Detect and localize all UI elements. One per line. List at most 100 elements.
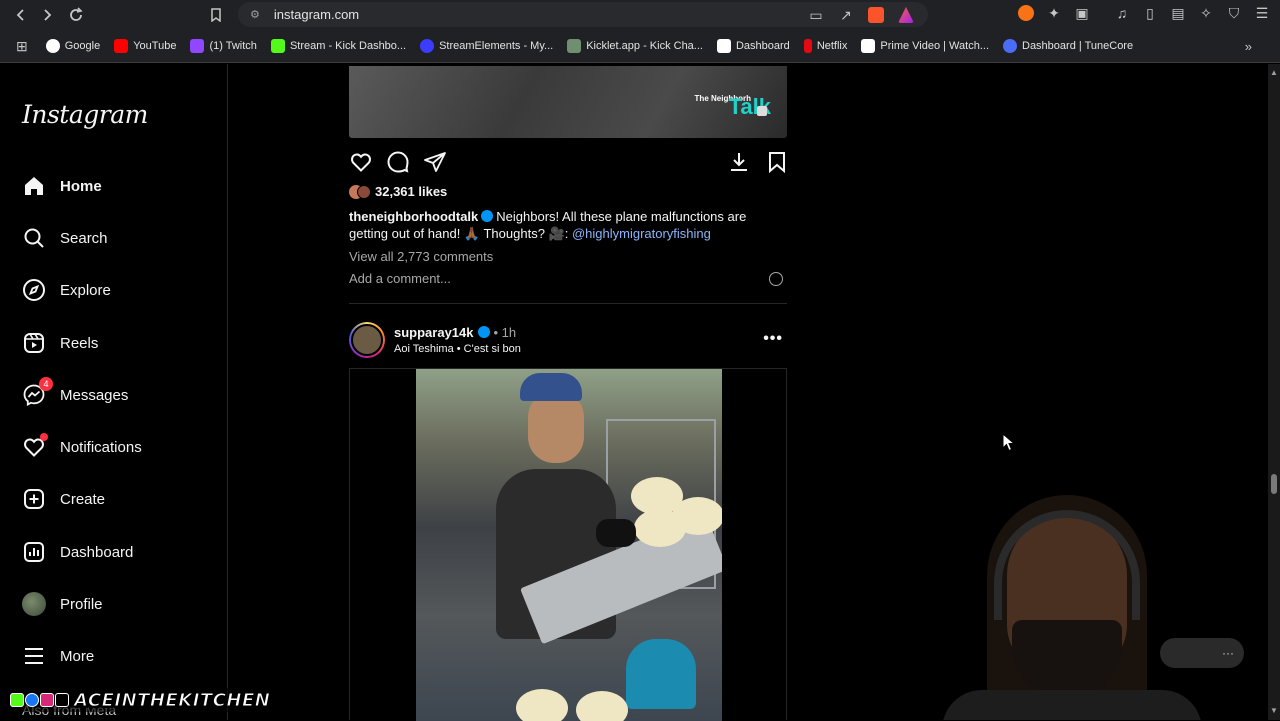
volume-icon[interactable] <box>757 106 767 116</box>
sidebar-item-label: Notifications <box>60 438 142 456</box>
brave-shields-icon[interactable] <box>868 7 884 23</box>
webcam-overlay: ··· <box>882 490 1266 720</box>
bookmark-google[interactable]: Google <box>45 39 101 53</box>
bookmark-label: Dashboard <box>735 40 790 52</box>
caption-username[interactable]: theneighborhoodtalk <box>349 209 478 224</box>
extension-icon[interactable] <box>1018 5 1034 21</box>
liker-avatars <box>349 184 371 199</box>
bookmarks-bar: ⊞ Google YouTube (1) Twitch Stream - Kic… <box>0 30 1280 63</box>
stream-overlay: ACEINTHEKITCHEN <box>10 688 273 712</box>
sidebar-item-search[interactable]: Search <box>22 222 108 254</box>
sidebar-item-profile[interactable]: Profile <box>22 588 103 620</box>
sidebar-item-notifications[interactable]: Notifications <box>22 431 142 463</box>
youtube-icon <box>114 39 129 53</box>
channel-name: ACEINTHEKITCHEN <box>73 689 271 711</box>
bookmark-streamelements[interactable]: StreamElements - My... <box>420 39 553 53</box>
bookmark-label: Google <box>64 40 101 52</box>
bookmark-label: Netflix <box>816 40 848 52</box>
post-time: • 1h <box>493 325 517 340</box>
post-username[interactable]: supparay14k <box>394 325 474 340</box>
twitch-icon <box>190 39 205 53</box>
scroll-down-icon[interactable]: ▼ <box>1270 706 1278 715</box>
sidebar-item-home[interactable]: Home <box>22 170 102 202</box>
leo-icon[interactable]: ✧ <box>1198 5 1214 21</box>
messages-icon: 4 <box>22 377 53 407</box>
explore-icon <box>22 278 46 302</box>
tab-search-icon[interactable]: ▣ <box>1074 5 1090 21</box>
verified-icon <box>477 326 490 338</box>
more-options-icon[interactable]: ••• <box>763 330 783 348</box>
messages-badge: 4 <box>39 377 53 391</box>
kick-icon <box>10 693 24 707</box>
puzzle-icon[interactable]: ✦ <box>1046 5 1062 21</box>
scroll-thumb[interactable] <box>1271 474 1277 494</box>
browser-toolbar: ⚙ instagram.com ▭ ↗ ✦ ▣ ♫ ▯ ▤ ✧ ⛉ ☰ <box>0 0 1280 30</box>
download-icon[interactable] <box>727 150 751 174</box>
menu-icon[interactable]: ☰ <box>1254 5 1270 21</box>
menu-icon <box>22 644 46 668</box>
sidebar-item-messages[interactable]: 4 Messages <box>22 377 129 411</box>
view-all-comments[interactable]: View all 2,773 comments <box>349 249 493 264</box>
post-media-frame <box>349 368 787 721</box>
caption-mention[interactable]: @highlymigratoryfishing <box>572 226 711 241</box>
brave-rewards-icon[interactable] <box>898 7 914 23</box>
url-text: instagram.com <box>273 7 360 22</box>
avatar[interactable] <box>349 322 385 358</box>
bookmark-label: Kicklet.app - Kick Cha... <box>586 40 703 52</box>
post-audio[interactable]: Aoi Teshima • C'est si bon <box>394 343 521 355</box>
sidebar-item-label: Create <box>60 490 106 508</box>
bookmark-tunecore[interactable]: Dashboard | TuneCore <box>1003 39 1133 53</box>
sidebar-item-label: Home <box>60 177 102 195</box>
sidebar-item-create[interactable]: Create <box>22 483 105 515</box>
more-bookmarks-icon[interactable]: » <box>1245 39 1252 54</box>
sidebar-item-explore[interactable]: Explore <box>22 274 111 306</box>
bookmark-netflix[interactable]: Netflix <box>803 39 848 53</box>
sidebar-item-more[interactable]: More <box>22 640 94 672</box>
forward-icon[interactable] <box>34 2 60 28</box>
sidebar-item-label: Messages <box>60 386 129 404</box>
sidebar-item-reels[interactable]: Reels <box>22 327 98 359</box>
webcam-pill: ··· <box>1160 638 1244 668</box>
bookmark-kick[interactable]: Stream - Kick Dashbo... <box>270 39 406 53</box>
bookmark-kicklet[interactable]: Kicklet.app - Kick Cha... <box>567 39 703 53</box>
bookmark-twitch[interactable]: (1) Twitch <box>190 39 257 53</box>
reload-icon[interactable] <box>63 2 89 28</box>
save-icon[interactable] <box>765 150 789 174</box>
sidebar-icon[interactable]: ▯ <box>1142 5 1158 21</box>
bookmark-prime[interactable]: Prime Video | Watch... <box>861 39 989 53</box>
sidebar-item-label: More <box>60 647 95 665</box>
likes-count[interactable]: 32,361 likes <box>349 184 447 199</box>
instagram-logo[interactable]: Instagram <box>22 100 148 129</box>
emoji-icon[interactable] <box>769 272 783 286</box>
comment-icon[interactable] <box>386 150 410 174</box>
bookmark-dashboard[interactable]: Dashboard <box>716 39 790 53</box>
wallet-icon[interactable]: ▤ <box>1170 5 1186 21</box>
scrollbar[interactable]: ▲ ▼ <box>1268 64 1280 720</box>
vpn-icon[interactable]: ⛉ <box>1226 5 1242 21</box>
like-icon[interactable] <box>349 150 373 174</box>
share-icon[interactable] <box>423 150 447 174</box>
post-actions <box>349 150 789 174</box>
back-icon[interactable] <box>8 2 34 28</box>
home-icon <box>22 174 46 198</box>
sidebar-item-dashboard[interactable]: Dashboard <box>22 536 133 568</box>
verified-icon <box>481 210 494 222</box>
cast-icon[interactable]: ▭ <box>808 7 824 23</box>
bookmark-page-icon[interactable] <box>203 2 229 28</box>
site-settings-icon[interactable]: ⚙ <box>250 8 260 21</box>
scroll-up-icon[interactable]: ▲ <box>1270 68 1278 77</box>
heart-icon <box>22 433 48 459</box>
bookmark-youtube[interactable]: YouTube <box>114 39 176 53</box>
plus-icon <box>22 487 46 511</box>
sidebar-item-label: Search <box>60 229 108 247</box>
media-icon[interactable]: ♫ <box>1114 5 1130 21</box>
post-video[interactable] <box>416 369 722 721</box>
address-bar[interactable]: ⚙ instagram.com ▭ ↗ <box>238 2 928 27</box>
post-caption: theneighborhoodtalk Neighbors! All these … <box>349 208 759 242</box>
apps-icon[interactable]: ⊞ <box>16 38 28 55</box>
add-comment-input[interactable]: Add a comment... <box>349 271 451 286</box>
share-icon[interactable]: ↗ <box>838 7 854 23</box>
post-video[interactable]: The Neighborh Talk <box>349 66 787 138</box>
amazon-icon <box>861 39 876 53</box>
sidebar: Instagram Home Search Explore Reels 4 Me… <box>0 64 228 720</box>
